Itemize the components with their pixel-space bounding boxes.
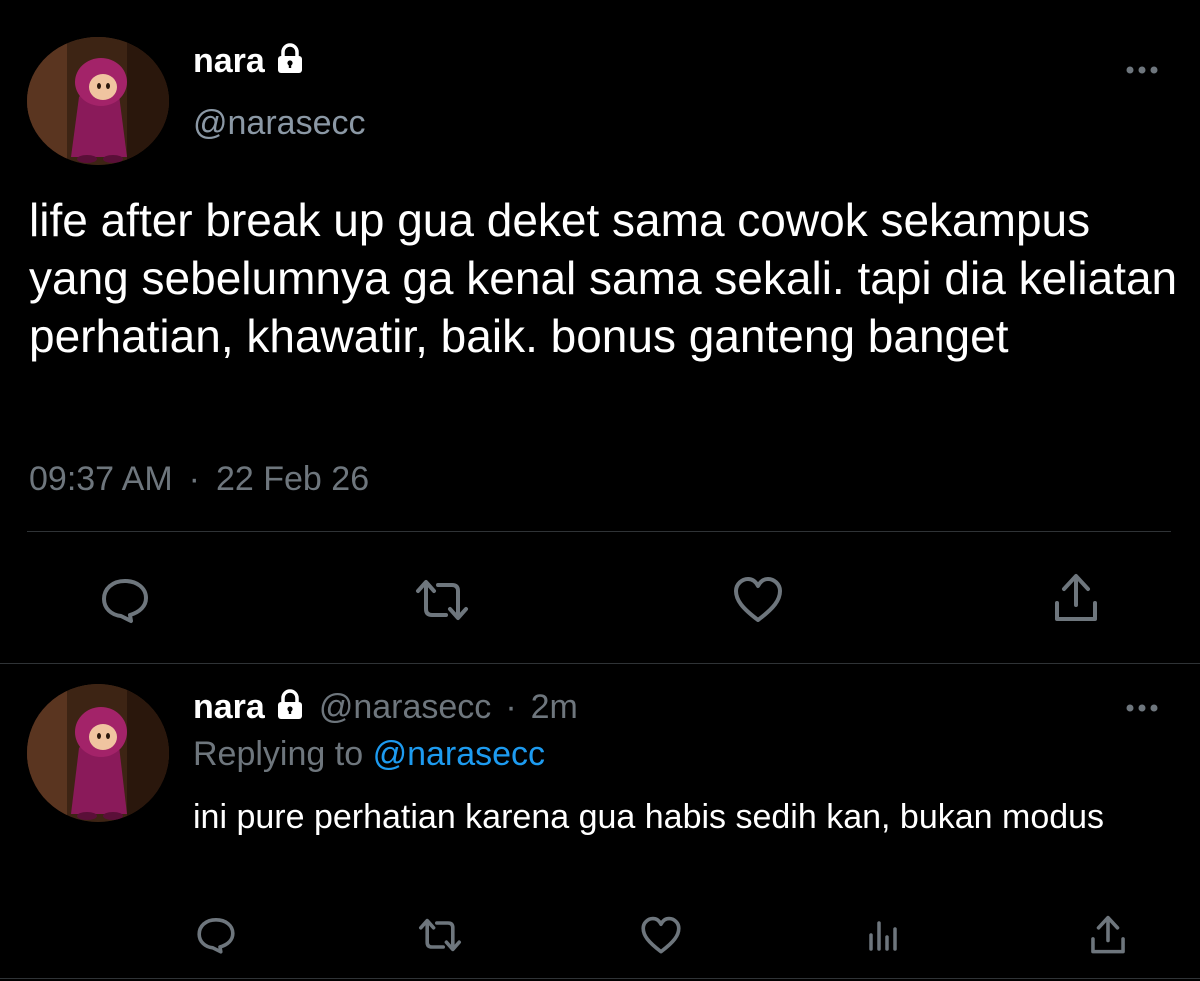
retweet-icon xyxy=(419,918,461,952)
handle[interactable]: @narasecc xyxy=(193,104,365,143)
like-icon xyxy=(641,916,681,953)
retweet-button[interactable] xyxy=(414,913,466,957)
share-icon xyxy=(1055,574,1097,621)
retweet-button[interactable] xyxy=(410,572,474,628)
more-options-icon[interactable] xyxy=(1122,62,1162,78)
reply-button[interactable] xyxy=(95,572,155,628)
reply-icon xyxy=(197,918,235,954)
age-separator: · xyxy=(505,688,517,726)
display-name[interactable]: nara xyxy=(193,688,265,727)
tweet-text: life after break up gua deket sama cowok… xyxy=(29,194,1178,362)
share-icon xyxy=(1091,915,1125,954)
more-options-icon[interactable] xyxy=(1122,700,1162,716)
like-button[interactable] xyxy=(730,572,786,628)
avatar-image xyxy=(27,684,169,822)
reply-icon xyxy=(102,579,148,623)
display-name[interactable]: nara xyxy=(193,42,265,81)
timestamp-separator: · xyxy=(188,460,200,498)
divider xyxy=(0,978,1200,979)
like-icon xyxy=(734,577,782,622)
replying-to-link[interactable]: @narasecc xyxy=(373,735,545,773)
divider xyxy=(0,663,1200,664)
avatar-image xyxy=(27,37,169,165)
tweet-date[interactable]: 22 Feb 26 xyxy=(216,460,369,499)
divider xyxy=(27,531,1171,532)
lock-icon xyxy=(275,43,305,80)
retweet-icon xyxy=(416,580,468,620)
share-button[interactable] xyxy=(1048,568,1104,628)
share-button[interactable] xyxy=(1086,911,1130,959)
avatar[interactable] xyxy=(27,684,169,822)
handle[interactable]: @narasecc xyxy=(319,688,491,727)
replying-to-line: Replying to @narasecc xyxy=(193,735,545,774)
replying-to-label: Replying to xyxy=(193,735,364,773)
reply-button[interactable] xyxy=(193,913,239,957)
tweet-time[interactable]: 09:37 AM xyxy=(29,460,173,499)
lock-icon xyxy=(275,689,305,726)
analytics-button[interactable] xyxy=(860,913,906,957)
tweet-age[interactable]: 2m xyxy=(531,688,578,727)
analytics-icon xyxy=(869,921,897,951)
avatar[interactable] xyxy=(27,37,169,165)
reply-text: ini pure perhatian karena gua habis sedi… xyxy=(193,798,1105,836)
like-button[interactable] xyxy=(638,913,684,957)
